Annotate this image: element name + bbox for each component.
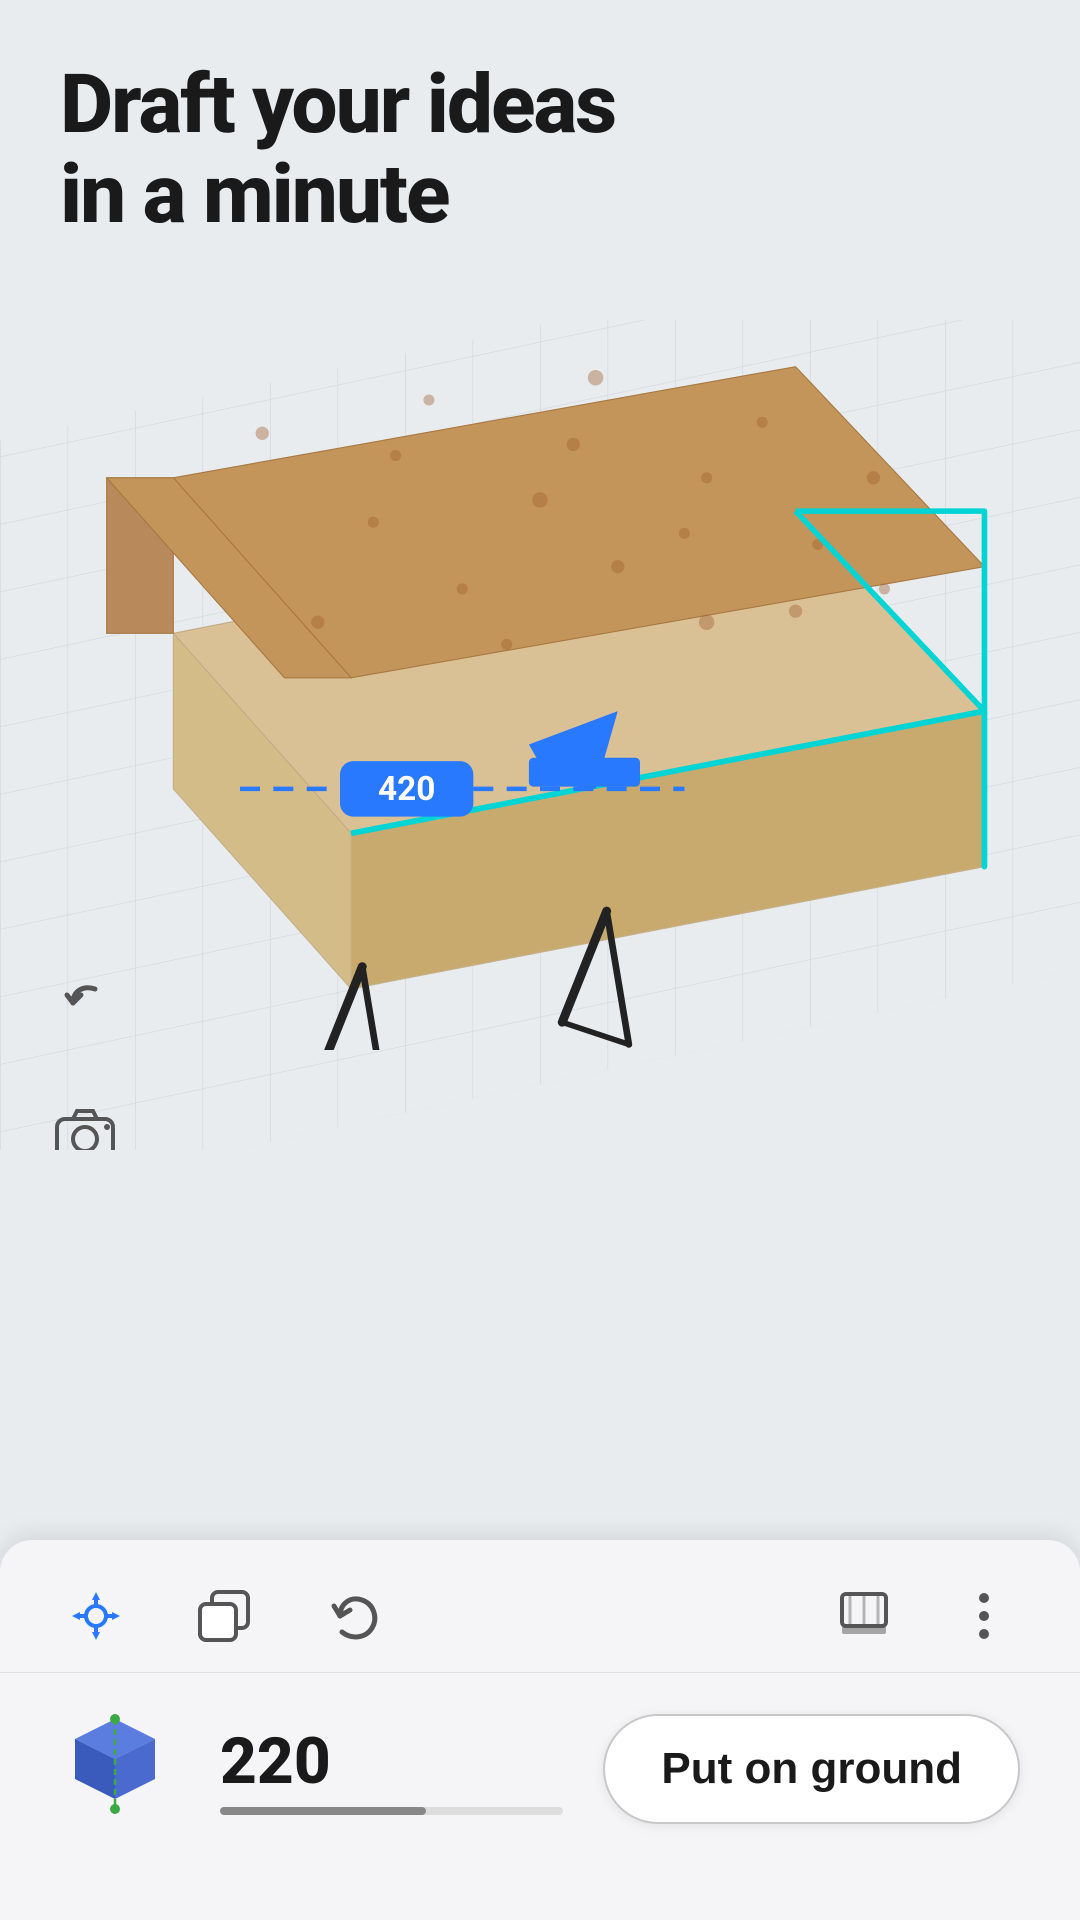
put-on-ground-button[interactable]: Put on ground <box>603 1714 1020 1824</box>
more-options-button[interactable] <box>948 1580 1020 1652</box>
toolbar-left-group <box>60 1580 388 1652</box>
bottom-panel: 220 Put on ground <box>0 1540 1080 1920</box>
svg-text:420: 420 <box>378 770 435 809</box>
header-text-block: Draft your ideas in a minute <box>60 60 615 240</box>
height-bar <box>220 1807 563 1815</box>
header-title: Draft your ideas in a minute <box>60 60 615 240</box>
camera-button[interactable] <box>40 1090 130 1150</box>
toolbar-row <box>0 1560 1080 1673</box>
3d-scene: 420 <box>0 320 1080 1150</box>
toolbar-right-group <box>828 1580 1020 1652</box>
scene-background: Draft your ideas in a minute <box>0 0 1080 1150</box>
object-3d-icon <box>60 1709 170 1819</box>
height-bar-fill <box>220 1807 426 1815</box>
duplicate-button[interactable] <box>188 1580 260 1652</box>
height-section: 220 <box>220 1724 563 1815</box>
move-button[interactable] <box>60 1580 132 1652</box>
action-row: 220 Put on ground <box>0 1673 1080 1885</box>
paint-button[interactable] <box>828 1580 900 1652</box>
reset-button[interactable] <box>316 1580 388 1652</box>
height-value: 220 <box>220 1724 563 1799</box>
furniture-3d-model: 420 <box>40 350 1040 1050</box>
undo-button[interactable] <box>40 960 130 1050</box>
object-icon-wrapper <box>60 1709 180 1829</box>
